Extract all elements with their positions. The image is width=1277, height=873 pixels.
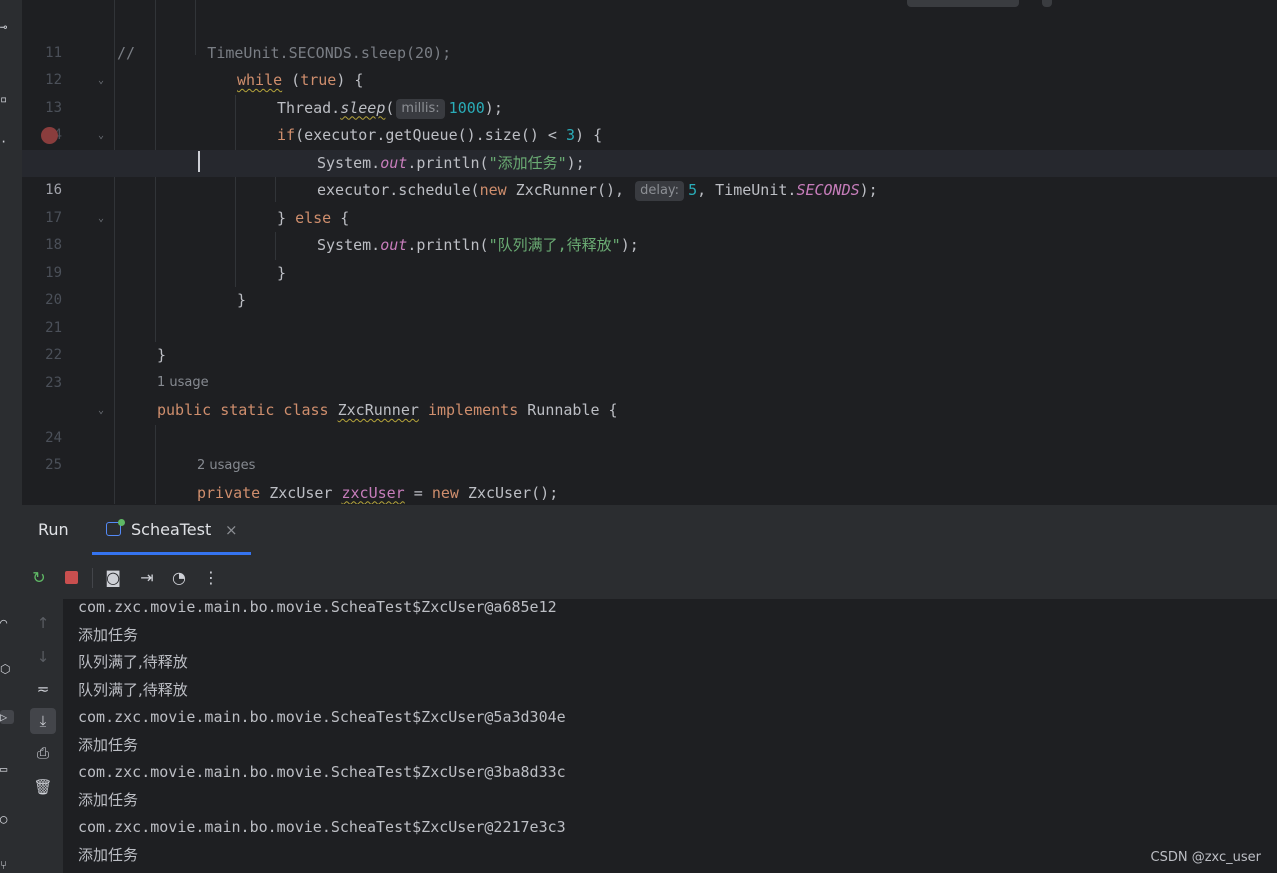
close-icon[interactable]: × xyxy=(225,521,238,539)
rerun-icon[interactable]: ↻ xyxy=(28,567,50,589)
print-icon[interactable]: ⎙ xyxy=(30,740,56,766)
code-text: } xyxy=(277,263,287,282)
code-text: executor.schedule(new ZxcRunner(), delay… xyxy=(317,181,878,201)
run-panel-title: Run xyxy=(38,520,69,539)
param-hint: millis: xyxy=(396,98,445,119)
code-line: 12 // TimeUnit.SECONDS.sleep(20); xyxy=(22,40,1277,89)
structure-icon[interactable]: ▫ xyxy=(0,92,14,106)
git-icon[interactable]: ⑂ xyxy=(0,858,14,872)
console-line: 添加任务 xyxy=(78,735,139,754)
console-line: 添加任务 xyxy=(78,790,139,809)
code-text: private ZxcUser zxcUser = new ZxcUser(); xyxy=(197,483,559,502)
trash-icon[interactable]: 🗑 xyxy=(30,774,56,800)
left-tool-strip: ⊸ ▫ · ⌒ ⬡ ▷ ▭ ◯ ⑂ xyxy=(0,0,23,873)
fold-chevron-icon[interactable]: ⌄ xyxy=(98,67,110,95)
build-icon[interactable]: ⌒ xyxy=(0,615,14,629)
tab-label: ScheaTest xyxy=(131,520,212,539)
commit-icon[interactable]: ⊸ xyxy=(0,20,14,34)
code-line: 19 System.out.println("队列满了,待释放"); xyxy=(22,232,1277,281)
more-tools-icon[interactable]: · xyxy=(0,135,14,149)
breakpoint-icon[interactable] xyxy=(41,127,58,144)
console-line: 添加任务 xyxy=(78,625,139,644)
code-line: 20 } xyxy=(22,260,1277,309)
run-tool-header: Run ScheaTest × xyxy=(22,504,1277,555)
arrow-down-icon[interactable]: ↓ xyxy=(30,644,56,670)
fold-chevron-icon[interactable]: ⌄ xyxy=(98,205,110,233)
console-output[interactable]: com.zxc.movie.main.bo.movie.ScheaTest$Zx… xyxy=(63,598,1277,873)
tab-scheatest[interactable]: ScheaTest × xyxy=(92,505,251,555)
code-line: 26 private ZxcUser zxcUser = new ZxcUser… xyxy=(22,480,1277,505)
code-line: 21 } xyxy=(22,287,1277,336)
code-line: 25 xyxy=(22,425,1277,473)
code-text: System.out.println("队列满了,待释放"); xyxy=(317,236,639,254)
console-line: 队列满了,待释放 xyxy=(78,680,188,699)
running-indicator-icon xyxy=(118,519,125,526)
console-line: com.zxc.movie.main.bo.movie.ScheaTest$Zx… xyxy=(78,598,557,616)
fold-chevron-icon[interactable]: ⌄ xyxy=(98,397,110,425)
code-line: 24 ⌄ public static class ZxcRunner imple… xyxy=(22,397,1277,446)
code-text: public static class ZxcRunner implements… xyxy=(157,401,618,419)
console-line: com.zxc.movie.main.bo.movie.ScheaTest$Zx… xyxy=(78,763,566,781)
usage-hint[interactable]: 2 usages xyxy=(197,458,255,473)
run-tool-icon[interactable]: ▷ xyxy=(0,710,14,724)
line-number: 25 xyxy=(45,457,62,473)
code-text: } xyxy=(237,291,247,309)
code-text: } else { xyxy=(277,208,350,227)
more-icon[interactable]: ⋮ xyxy=(200,567,222,589)
watermark: CSDN @zxc_user xyxy=(1150,850,1262,865)
console-line: com.zxc.movie.main.bo.movie.ScheaTest$Zx… xyxy=(78,818,566,836)
code-text: Thread.sleep(millis: 1000); xyxy=(277,98,503,119)
code-text: // TimeUnit.SECONDS.sleep(20); xyxy=(117,43,452,62)
run-toolbar: ↻ ◙ ⇥ ◔ ⋮ xyxy=(22,555,1277,599)
code-line: 14 Thread.sleep(millis:1000); xyxy=(22,95,1277,143)
param-hint: delay: xyxy=(635,181,685,201)
terminal-icon[interactable]: ▭ xyxy=(0,762,14,776)
profiler-icon[interactable]: ◔ xyxy=(168,567,190,589)
camera-icon[interactable]: ◙ xyxy=(102,567,124,589)
console-side-toolbar: ↑ ↓ ≂ ⤓ ⎙ 🗑 xyxy=(22,599,63,873)
line-number: 23 xyxy=(45,374,62,391)
code-line: 18 ⌄ } else { xyxy=(22,205,1277,254)
fold-chevron-icon[interactable]: ⌄ xyxy=(98,122,110,150)
text-caret xyxy=(198,151,200,172)
restore-layout-icon[interactable]: ⇥ xyxy=(136,567,158,589)
toolbar-separator xyxy=(92,568,93,588)
console-line: 添加任务 xyxy=(78,845,139,864)
stop-icon[interactable] xyxy=(60,567,82,589)
code-editor[interactable]: 11 12 // TimeUnit.SECONDS.sleep(20); 13 … xyxy=(22,0,1277,504)
code-text: } xyxy=(157,346,167,364)
services-icon[interactable]: ⬡ xyxy=(0,662,14,676)
code-text: while (true) { xyxy=(237,71,364,89)
usage-hint[interactable]: 1 usage xyxy=(157,375,209,390)
code-line: 22 xyxy=(22,315,1277,363)
code-text: if(executor.getQueue().size() < 3) { xyxy=(277,126,603,144)
code-text: System.out.println("添加任务"); xyxy=(317,153,585,172)
code-line: 11 xyxy=(22,12,1277,61)
editor-top-hint xyxy=(902,0,1082,8)
code-line: 13 ⌄ while (true) { xyxy=(22,67,1277,116)
code-line: 23 } xyxy=(22,342,1277,391)
code-line: 17 executor.schedule(new ZxcRunner(), de… xyxy=(22,177,1277,226)
arrow-up-icon[interactable]: ↑ xyxy=(30,610,56,636)
soft-wrap-icon[interactable]: ≂ xyxy=(30,676,56,702)
console-line: com.zxc.movie.main.bo.movie.ScheaTest$Zx… xyxy=(78,708,566,726)
scroll-to-end-icon[interactable]: ⤓ xyxy=(30,708,56,734)
problems-icon[interactable]: ◯ xyxy=(0,812,14,826)
code-line-current: 16 System.out.println("添加任务"); xyxy=(22,149,1277,198)
console-line: 队列满了,待释放 xyxy=(78,653,188,671)
code-line: 15 ⌄ if(executor.getQueue().size() < 3) … xyxy=(22,122,1277,150)
